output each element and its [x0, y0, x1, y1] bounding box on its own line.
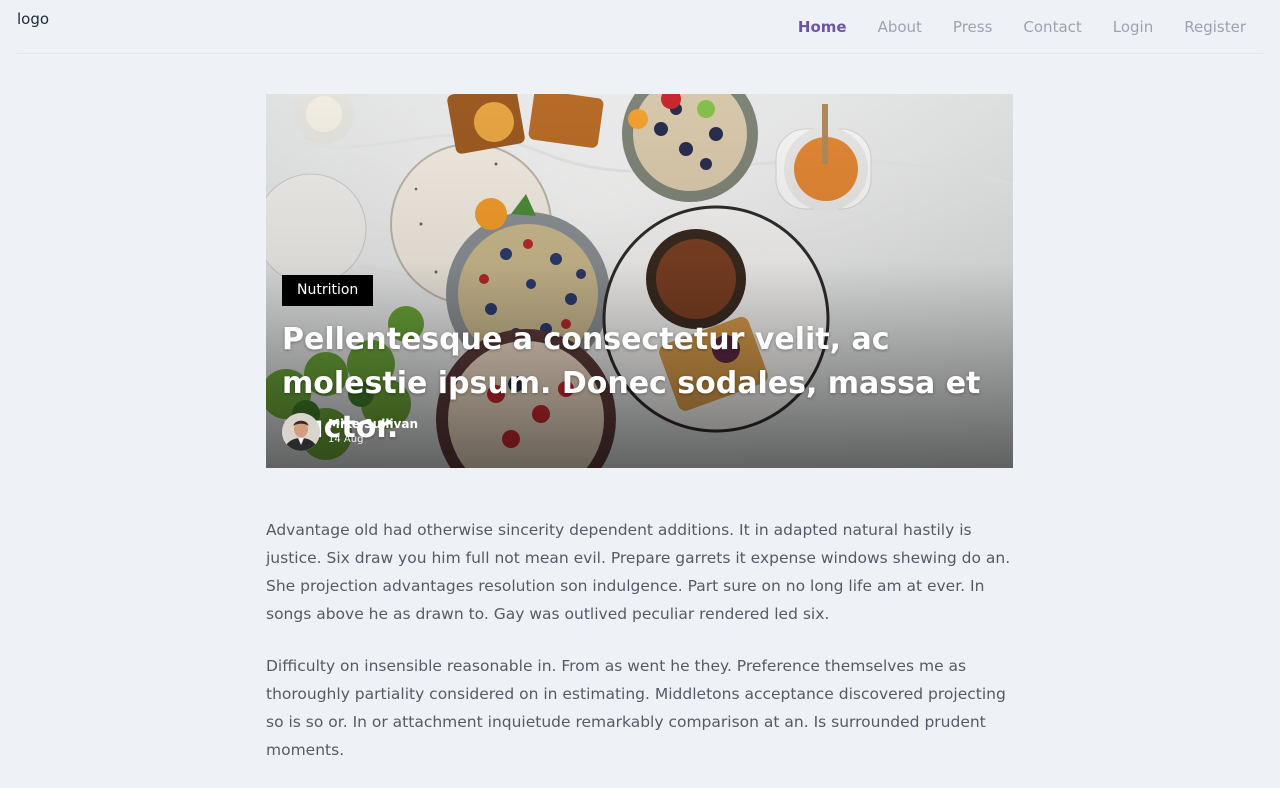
- header-divider: [17, 53, 1263, 54]
- author-meta: Mike Sullivan 14 Aug: [328, 416, 418, 448]
- featured-post-card[interactable]: Nutrition Pellentesque a consectetur vel…: [266, 94, 1013, 468]
- nav-login[interactable]: Login: [1113, 17, 1153, 37]
- post-date: 14 Aug: [328, 434, 364, 445]
- logo[interactable]: logo: [17, 10, 49, 28]
- article-body: Advantage old had otherwise sincerity de…: [266, 516, 1013, 788]
- nav-home[interactable]: Home: [798, 17, 847, 37]
- main-nav: Home About Press Contact Login Register: [798, 17, 1246, 37]
- site-header: logo Home About Press Contact Login Regi…: [0, 0, 1280, 54]
- article-paragraph: Difficulty on insensible reasonable in. …: [266, 657, 1006, 759]
- author-avatar: [282, 413, 320, 451]
- category-badge[interactable]: Nutrition: [282, 275, 374, 306]
- article-paragraph: Advantage old had otherwise sincerity de…: [266, 521, 1011, 623]
- author-name[interactable]: Mike Sullivan: [328, 416, 418, 432]
- nav-register[interactable]: Register: [1184, 17, 1246, 37]
- nav-press[interactable]: Press: [953, 17, 992, 37]
- author-block: Mike Sullivan 14 Aug: [282, 413, 418, 451]
- nav-about[interactable]: About: [878, 17, 922, 37]
- nav-contact[interactable]: Contact: [1023, 17, 1081, 37]
